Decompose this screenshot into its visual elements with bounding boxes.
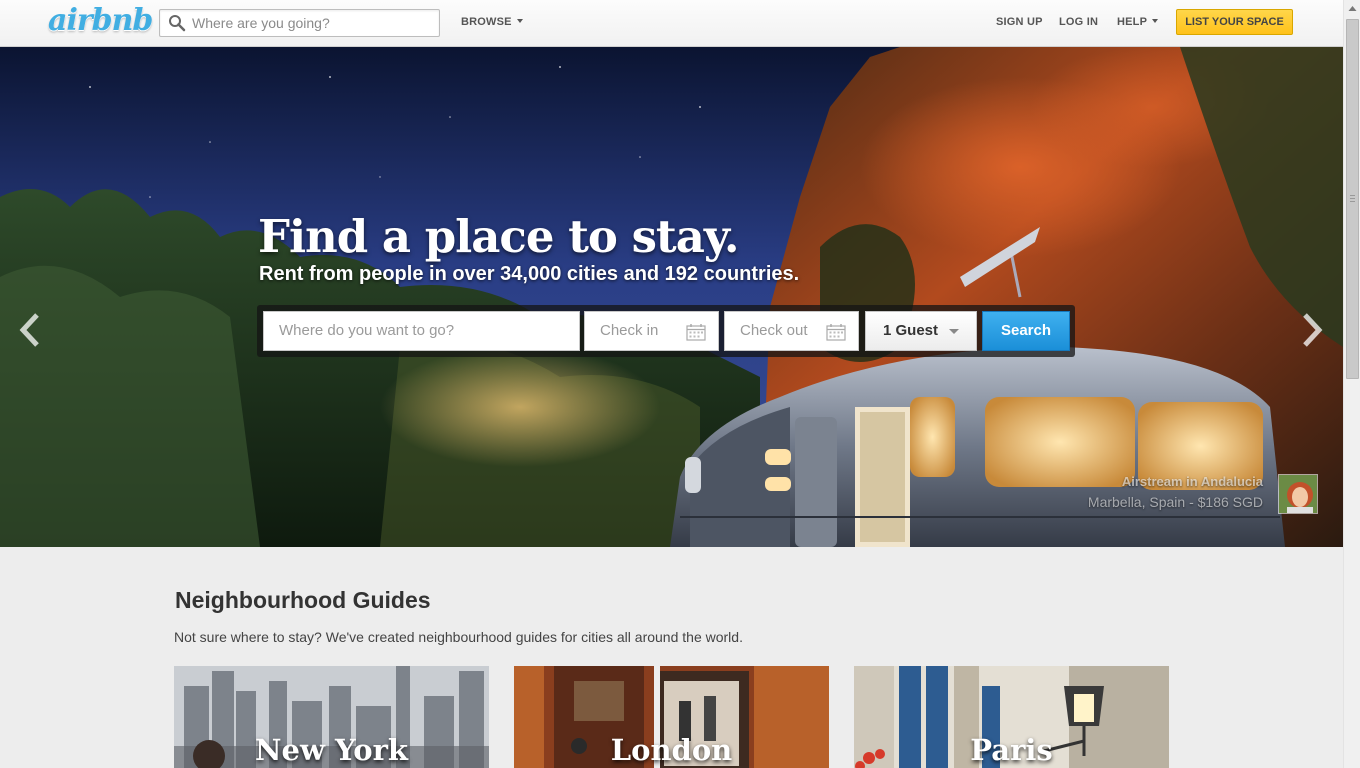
header-search-input[interactable] <box>190 13 430 33</box>
guide-city-name: London <box>610 733 733 767</box>
calendar-icon[interactable] <box>686 323 706 341</box>
next-slide-arrow-icon[interactable] <box>1300 312 1324 348</box>
airbnb-logo[interactable]: airbnb <box>48 3 153 38</box>
scrollbar-grip-icon <box>1350 195 1355 196</box>
guide-card-london[interactable]: London <box>514 666 829 768</box>
list-your-space-button[interactable]: LIST YOUR SPACE <box>1176 9 1293 35</box>
header-search-box[interactable] <box>159 9 440 37</box>
guides-heading: Neighbourhood Guides <box>175 587 431 613</box>
sign-up-link[interactable]: SIGN UP <box>996 16 1043 28</box>
search-button[interactable]: Search <box>982 311 1070 351</box>
log-in-link[interactable]: LOG IN <box>1059 16 1098 28</box>
guide-city-name: Paris <box>970 733 1053 767</box>
top-navigation-bar: airbnb BROWSE SIGN UP LOG IN HELP LIST Y… <box>0 0 1343 47</box>
listing-details: Marbella, Spain - $186 SGD <box>1087 494 1263 510</box>
hero-banner: Find a place to stay. Rent from people i… <box>0 47 1343 547</box>
browse-menu[interactable]: BROWSE <box>461 16 523 28</box>
previous-slide-arrow-icon[interactable] <box>18 312 42 348</box>
hero-title: Find a place to stay. <box>258 210 740 263</box>
check-in-field[interactable] <box>584 311 719 351</box>
guides-description: Not sure where to stay? We've created ne… <box>174 629 743 645</box>
scrollbar-thumb[interactable] <box>1346 19 1359 379</box>
destination-field[interactable] <box>263 311 580 351</box>
page-scrollbar[interactable] <box>1343 0 1360 768</box>
page: airbnb BROWSE SIGN UP LOG IN HELP LIST Y… <box>0 0 1360 768</box>
host-photo <box>1279 475 1317 513</box>
guide-card-new-york[interactable]: New York <box>174 666 489 768</box>
check-out-field[interactable] <box>724 311 859 351</box>
search-icon <box>169 15 186 32</box>
featured-listing-caption[interactable]: Airstream in Andalucia Marbella, Spain -… <box>1088 474 1263 510</box>
host-avatar[interactable] <box>1278 474 1318 514</box>
calendar-icon[interactable] <box>826 323 846 341</box>
browse-label: BROWSE <box>461 16 512 28</box>
help-label: HELP <box>1117 16 1148 28</box>
hero-subtitle: Rent from people in over 34,000 cities a… <box>259 263 800 285</box>
hero-background-photo <box>0 47 1343 547</box>
guide-city-name: New York <box>255 733 408 767</box>
help-menu[interactable]: HELP <box>1117 16 1159 28</box>
hero-search-panel: 1 Guest Search <box>257 305 1075 357</box>
guests-value: 1 Guest <box>883 322 939 339</box>
listing-name[interactable]: Airstream in Andalucia <box>1088 474 1263 489</box>
chevron-down-icon <box>949 329 959 334</box>
chevron-down-icon <box>1152 19 1159 23</box>
destination-input[interactable] <box>277 321 566 340</box>
guide-card-paris[interactable]: Paris <box>854 666 1169 768</box>
scroll-up-arrow-icon[interactable] <box>1344 0 1360 17</box>
guests-select[interactable]: 1 Guest <box>865 311 977 351</box>
chevron-down-icon <box>516 19 523 23</box>
